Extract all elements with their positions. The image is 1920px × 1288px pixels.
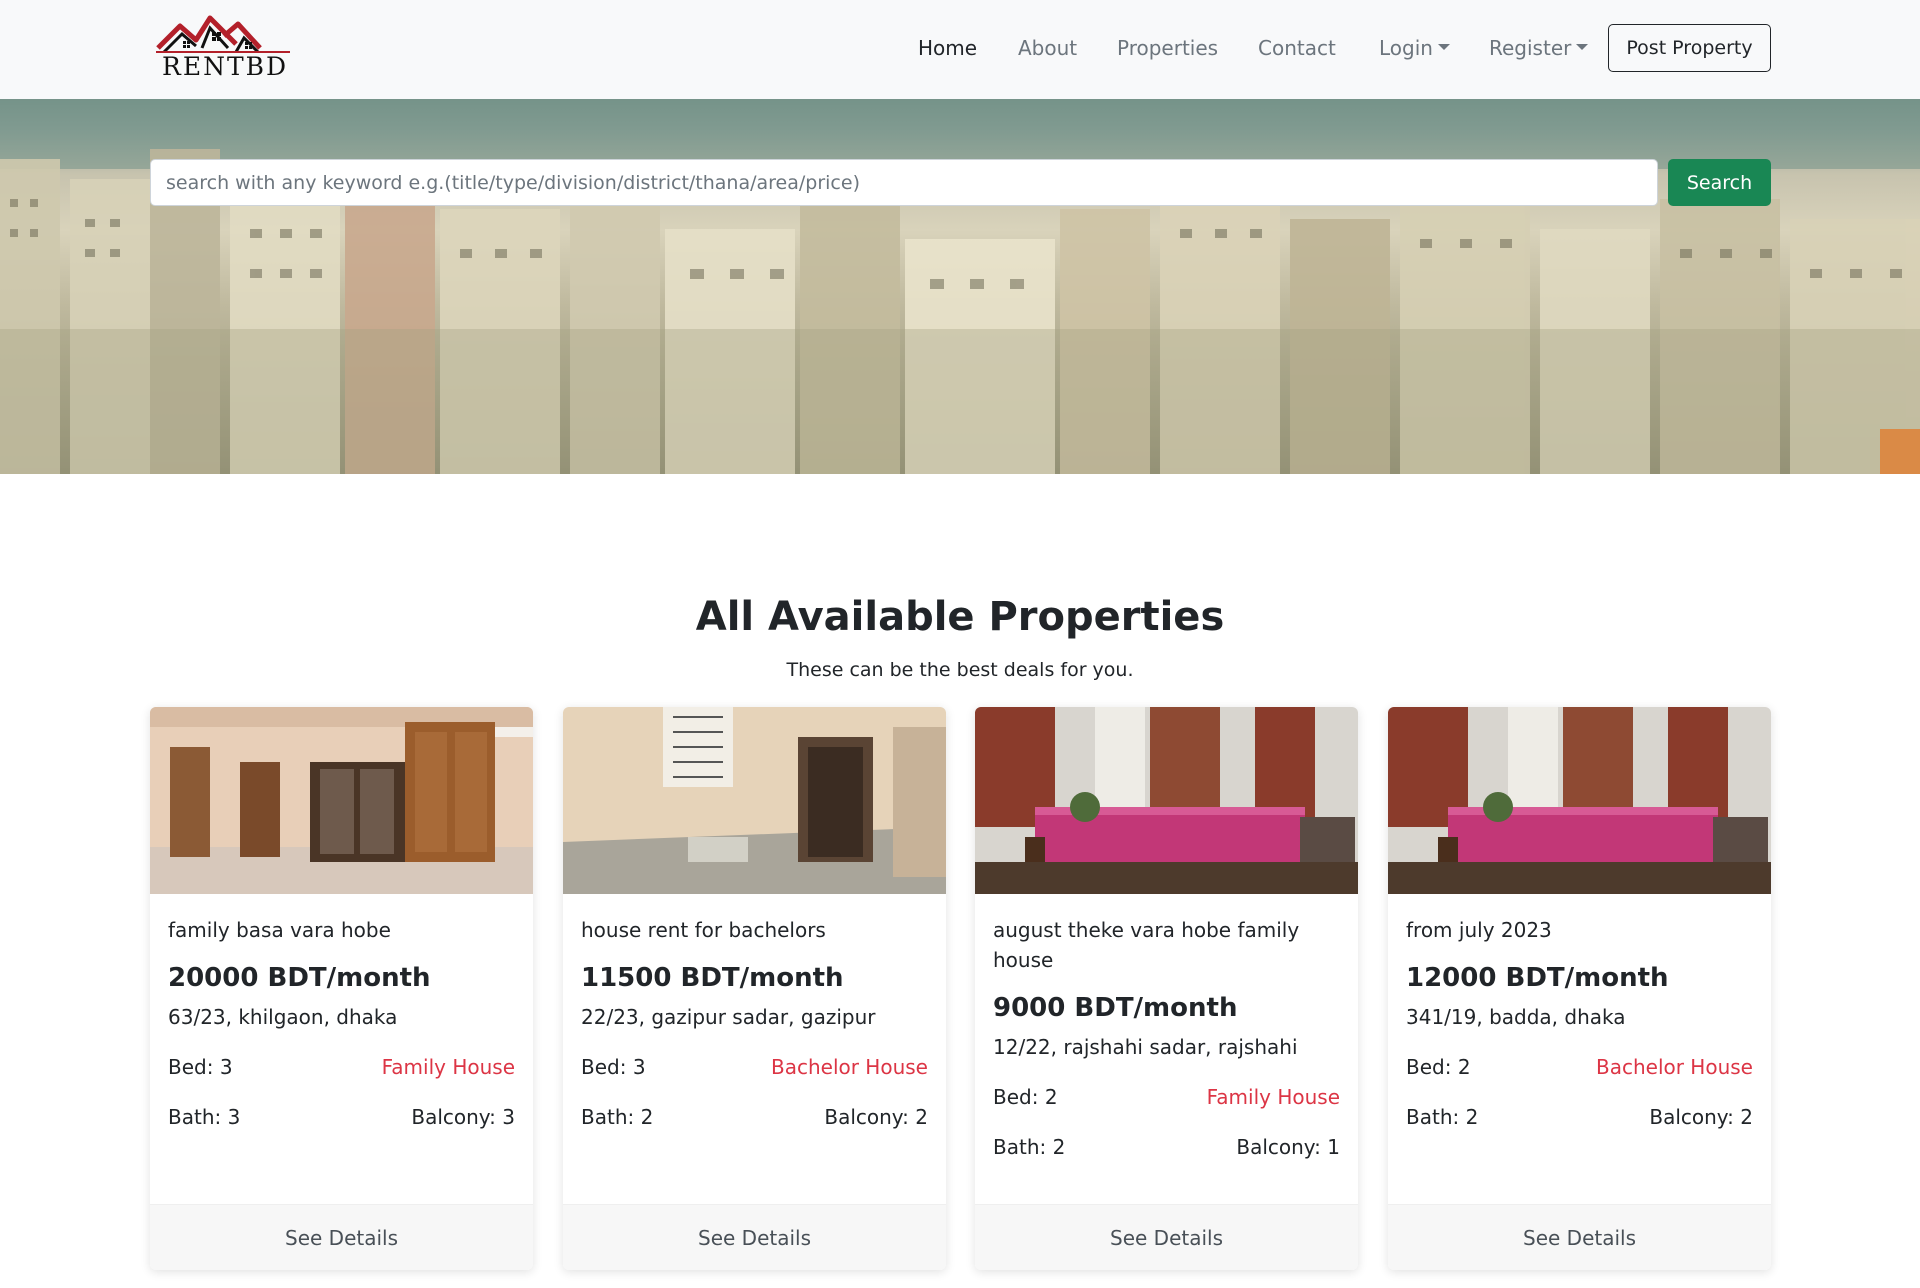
see-details-button[interactable]: See Details (1388, 1204, 1771, 1270)
nav-register-label: Register (1489, 36, 1572, 60)
property-balcony: Balcony: 3 (411, 1105, 515, 1129)
property-bed: Bed: 2 (993, 1085, 1058, 1109)
nav-login-dropdown[interactable]: Login (1379, 36, 1450, 60)
nav-contact[interactable]: Contact (1258, 36, 1336, 60)
nav-home[interactable]: Home (918, 36, 977, 60)
section-subtitle: These can be the best deals for you. (786, 659, 1134, 681)
property-bath: Bath: 2 (581, 1105, 654, 1129)
property-card: august theke vara hobe family house 9000… (975, 707, 1358, 1270)
property-image[interactable] (563, 707, 946, 894)
caret-down-icon (1576, 43, 1589, 50)
property-price: 11500 BDT/month (581, 963, 844, 993)
property-address: 12/22, rajshahi sadar, rajshahi (993, 1035, 1298, 1059)
property-image[interactable] (150, 707, 533, 894)
city-skyline-image (0, 99, 1920, 474)
property-address: 22/23, gazipur sadar, gazipur (581, 1005, 876, 1029)
property-price: 9000 BDT/month (993, 993, 1238, 1023)
property-title: house rent for bachelors (581, 918, 826, 942)
hero-banner: Search (0, 99, 1920, 474)
property-type: Family House (1206, 1085, 1340, 1109)
post-property-button[interactable]: Post Property (1608, 24, 1771, 72)
section-title: All Available Properties (695, 594, 1225, 640)
property-image[interactable] (1388, 707, 1771, 894)
house-roof-icon (156, 15, 290, 54)
property-address: 341/19, badda, dhaka (1406, 1005, 1626, 1029)
property-bath: Bath: 2 (1406, 1105, 1479, 1129)
property-balcony: Balcony: 1 (1236, 1135, 1340, 1159)
see-details-button[interactable]: See Details (975, 1204, 1358, 1270)
property-bed: Bed: 3 (581, 1055, 646, 1079)
nav-about[interactable]: About (1018, 36, 1077, 60)
property-card: from july 2023 12000 BDT/month 341/19, b… (1388, 707, 1771, 1270)
brand-logo-text: RentBD (162, 52, 289, 81)
property-title: family basa vara hobe (168, 918, 391, 942)
property-price: 12000 BDT/month (1406, 963, 1669, 993)
nav-login-label: Login (1379, 36, 1433, 60)
see-details-button[interactable]: See Details (563, 1204, 946, 1270)
property-balcony: Balcony: 2 (824, 1105, 928, 1129)
nav-properties[interactable]: Properties (1117, 36, 1218, 60)
property-bath: Bath: 3 (168, 1105, 241, 1129)
property-bath: Bath: 2 (993, 1135, 1066, 1159)
property-image[interactable] (975, 707, 1358, 894)
property-type: Bachelor House (1595, 1055, 1753, 1079)
property-balcony: Balcony: 2 (1649, 1105, 1753, 1129)
search-input[interactable] (150, 159, 1658, 206)
property-card: family basa vara hobe 20000 BDT/month 63… (150, 707, 533, 1270)
search-button[interactable]: Search (1668, 159, 1771, 206)
property-card: house rent for bachelors 11500 BDT/month… (563, 707, 946, 1270)
property-bed: Bed: 2 (1406, 1055, 1471, 1079)
brand-logo[interactable]: RentBD (150, 14, 300, 86)
property-title: august theke vara hobe family house (993, 918, 1300, 972)
property-address: 63/23, khilgaon, dhaka (168, 1005, 398, 1029)
see-details-button[interactable]: See Details (150, 1204, 533, 1270)
property-price: 20000 BDT/month (168, 963, 431, 993)
property-bed: Bed: 3 (168, 1055, 233, 1079)
navbar: RentBD Home About Properties Contact Log… (0, 0, 1920, 99)
property-type: Bachelor House (770, 1055, 928, 1079)
caret-down-icon (1437, 43, 1450, 50)
nav-register-dropdown[interactable]: Register (1489, 36, 1589, 60)
property-type: Family House (381, 1055, 515, 1079)
property-title: from july 2023 (1406, 918, 1552, 942)
